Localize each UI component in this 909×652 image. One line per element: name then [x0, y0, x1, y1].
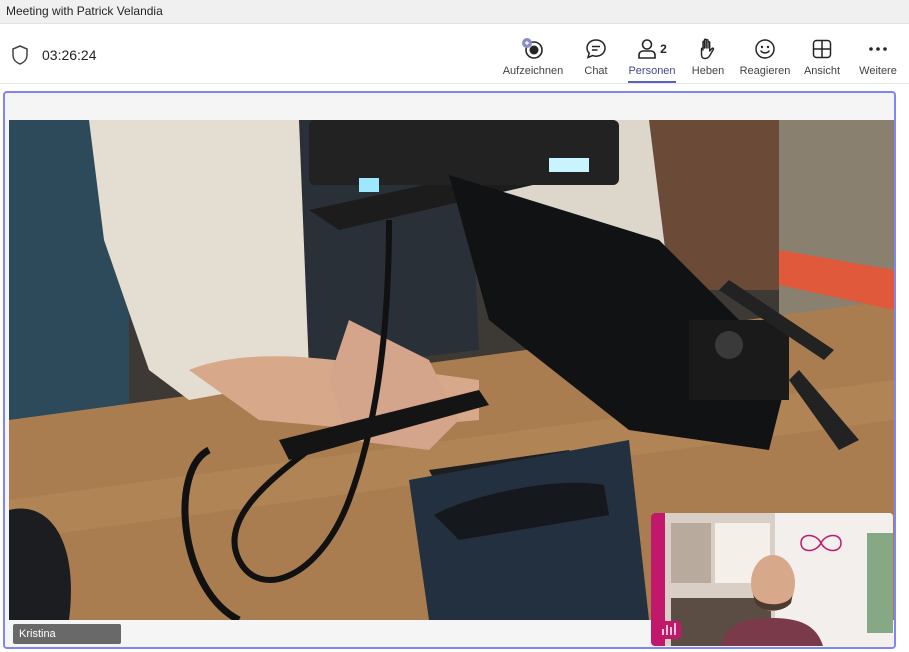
- raise-hand-button[interactable]: Heben: [688, 25, 728, 83]
- self-view-frame: [651, 513, 893, 646]
- more-label: Weitere: [859, 65, 897, 77]
- meeting-toolbar: 03:26:24 Aufzeichnen Chat 2 Personen Heb…: [0, 25, 909, 84]
- record-label: Aufzeichnen: [502, 65, 564, 77]
- self-view-video[interactable]: [651, 513, 893, 646]
- shield-icon: [12, 45, 28, 65]
- people-icon: 2: [637, 35, 667, 63]
- active-tab-indicator: [628, 81, 676, 83]
- participant-name: Kristina: [19, 628, 56, 640]
- window-title: Meeting with Patrick Velandia: [6, 4, 163, 18]
- chat-button[interactable]: Chat: [576, 25, 616, 83]
- chat-label: Chat: [584, 65, 608, 77]
- raise-hand-icon: [697, 35, 719, 63]
- participant-name-tag: Kristina: [13, 624, 121, 644]
- view-button[interactable]: Ansicht: [802, 25, 842, 83]
- people-button[interactable]: 2 Personen: [628, 25, 676, 83]
- view-label: Ansicht: [803, 65, 841, 77]
- video-stage: Kristina: [3, 91, 896, 649]
- raise-hand-label: Heben: [691, 65, 725, 77]
- people-count-badge: 2: [660, 42, 667, 56]
- meeting-timer: 03:26:24: [42, 47, 97, 63]
- more-button[interactable]: Weitere: [856, 25, 900, 83]
- view-grid-icon: [811, 35, 833, 63]
- record-button[interactable]: Aufzeichnen: [500, 25, 566, 83]
- window-titlebar: Meeting with Patrick Velandia: [0, 0, 909, 24]
- smiley-icon: [753, 35, 777, 63]
- react-button[interactable]: Reagieren: [738, 25, 792, 83]
- people-label: Personen: [628, 65, 676, 77]
- chat-icon: [584, 35, 608, 63]
- record-icon: [520, 35, 546, 63]
- react-label: Reagieren: [739, 65, 791, 77]
- more-icon: [867, 35, 889, 63]
